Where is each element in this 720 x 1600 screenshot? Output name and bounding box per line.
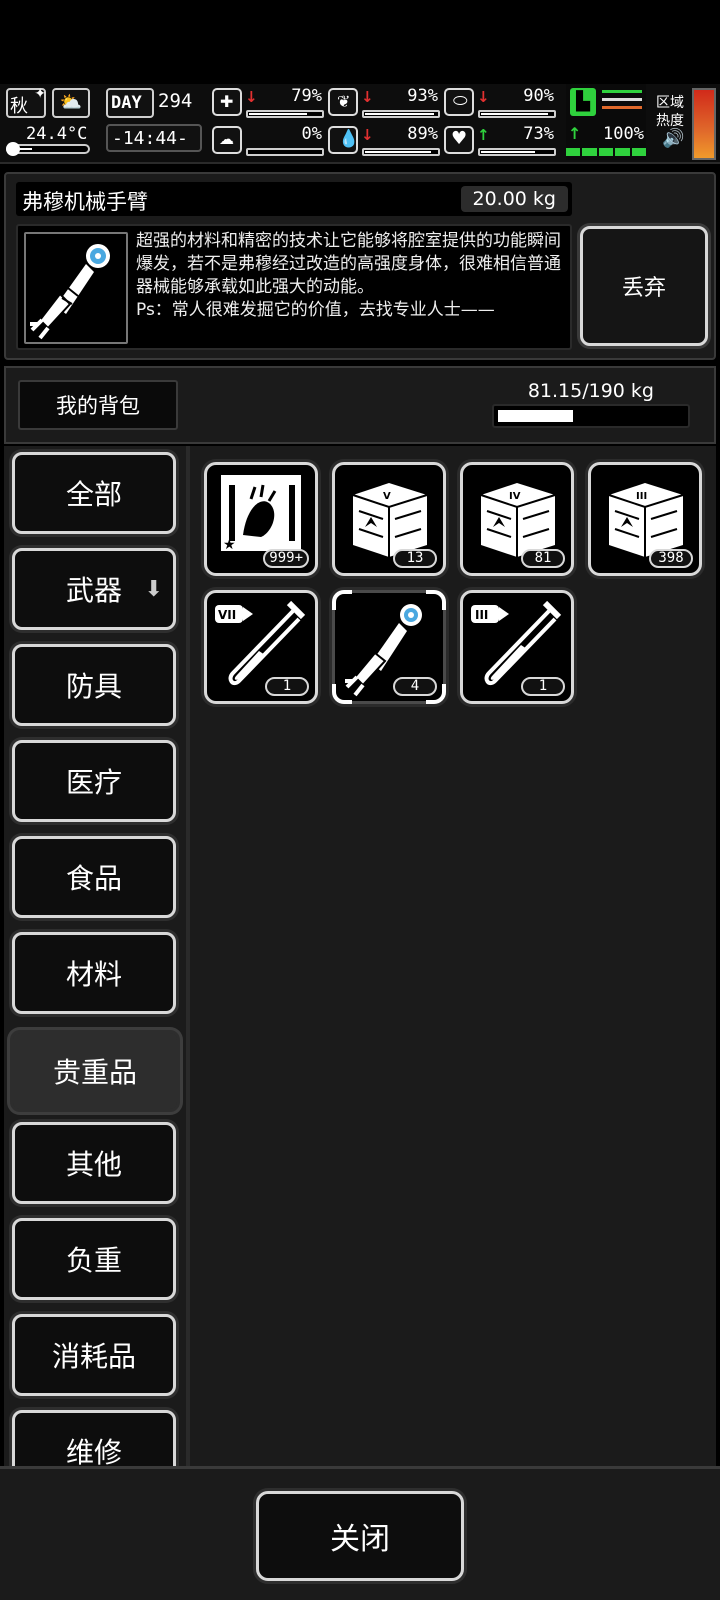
leaf-icon: ✦ [34,86,46,102]
item-weight: 20.00 kg [460,186,568,212]
svg-text:★: ★ [223,537,236,553]
discard-button[interactable]: 丢弃 [580,226,708,346]
category-repair[interactable]: 维修 [12,1410,176,1466]
category-sidebar[interactable]: 全部 武器 ⬇ 防具 医疗 食品 材料 贵重品 其他 负重 消耗品 维修 [4,446,186,1466]
clock-text: -14:44- [112,128,188,149]
thirst-fill [365,151,431,153]
day-badge: DAY [106,88,154,118]
thirst-stat: 💧 ↓ 89% [328,124,440,158]
item-count: 13 [393,549,437,568]
pill-fill [481,113,548,115]
day-counter: 294 [158,90,193,112]
region-heat-label-2: 热度 [656,113,684,129]
weather-icon: ⛅ [52,88,90,118]
stamina-value: 100% [603,124,644,144]
item-count: 1 [521,677,565,696]
region-heat-label: 区域 [656,95,684,111]
season-badge: 秋 ✦ [6,86,46,118]
category-valuables[interactable]: 贵重品 [10,1030,180,1112]
item-description-ps: Ps：常人很难发掘它的价值，去找专业人士—— [136,300,495,320]
category-all[interactable]: 全部 [12,452,176,534]
status-hud: 秋 ✦ ⛅ 24.4°C DAY 294 -14:44- ✚ ↓ 79% ❦ ↓… [0,84,720,164]
mental-value: 0% [301,124,322,144]
item-name: 弗穆机械手臂 [22,190,148,214]
item-count: 1 [265,677,309,696]
inventory-slot[interactable]: ★ 999+ [204,462,318,576]
thermometer-bar [6,142,90,156]
mechanical-arm-icon [24,232,128,344]
temperature-text: 24.4°C [26,124,88,144]
inventory-slot[interactable]: VII 1 [204,590,318,704]
heat-meter [692,88,716,160]
inventory-slot[interactable]: V 13 [332,462,446,576]
category-materials[interactable]: 材料 [12,932,176,1014]
item-count: 999+ [263,549,309,568]
pill-value: 90% [523,86,554,106]
water-drop-icon: 💧 [328,126,359,154]
item-description: 超强的材料和精密的技术让它能够将腔室提供的功能瞬间爆发，若不是弗穆经过改造的高强… [136,231,561,320]
download-arrow-icon: ⬇ [144,577,163,602]
inventory-grid: ★ 999+ V 13 IV 81 III 398 VII 1 4 III 1 [190,446,716,1466]
category-food[interactable]: 食品 [12,836,176,918]
health-stat: ✚ ↓ 79% [212,86,324,120]
item-count: 398 [649,549,693,568]
category-medical[interactable]: 医疗 [12,740,176,822]
svg-text:VII: VII [218,608,236,622]
hunger-value: 93% [407,86,438,106]
mood-stat: ♥ ↑ 73% [444,124,556,158]
item-name-bar: 弗穆机械手臂 20.00 kg [16,182,572,216]
pill-stat: ⬭ ↓ 90% [444,86,556,120]
day-label: DAY [111,93,142,113]
bag-header: 我的背包 81.15/190 kg [4,366,716,444]
item-count: 4 [393,677,437,696]
category-armor[interactable]: 防具 [12,644,176,726]
thirst-value: 89% [407,124,438,144]
bag-weight-text: 81.15/190 kg [527,380,654,402]
mood-value: 73% [523,124,554,144]
svg-text:V: V [383,491,391,502]
brain-icon: ☁ [212,126,242,154]
heart-icon: ♥ [444,126,474,154]
svg-text:III: III [475,608,488,622]
medkit-icon: ✚ [212,88,242,116]
item-count: 81 [521,549,565,568]
item-description-box: 超强的材料和精密的技术让它能够将腔室提供的功能瞬间爆发，若不是弗穆经过改造的高强… [16,224,572,350]
category-other[interactable]: 其他 [12,1122,176,1204]
category-load[interactable]: 负重 [12,1218,176,1300]
inventory-slot[interactable]: III 1 [460,590,574,704]
bag-weight-bar [492,404,690,428]
boot-icon: ▙ [570,88,596,116]
inventory-slot[interactable]: III 398 [588,462,702,576]
stamina-panel: ▙ ↑ 100% [566,84,647,160]
footer-bar: 关闭 [0,1466,720,1600]
hunger-fill [365,113,434,115]
bag-title: 我的背包 [18,380,178,430]
close-button[interactable]: 关闭 [256,1491,464,1581]
mental-stat: ☁ ↓ 0% [212,124,324,158]
inventory-slot[interactable]: IV 81 [460,462,574,576]
stomach-icon: ❦ [328,88,358,116]
inventory-slot-selected[interactable]: 4 [332,590,446,704]
health-value: 79% [291,86,322,106]
item-detail-panel: 弗穆机械手臂 20.00 kg 超强的材料和精密的技术让它能够将腔室提供的功能瞬… [4,172,716,360]
pill-icon: ⬭ [444,88,474,116]
season-text: 秋 [10,96,28,117]
speaker-icon[interactable]: 🔊 [662,128,684,149]
category-consumables[interactable]: 消耗品 [12,1314,176,1396]
clock: -14:44- [106,124,202,152]
hunger-stat: ❦ ↓ 93% [328,86,440,120]
svg-text:III: III [636,491,647,502]
health-fill [249,113,308,115]
category-weapons[interactable]: 武器 ⬇ [12,548,176,630]
svg-text:IV: IV [509,491,521,502]
bag-weight-fill [498,410,573,422]
mood-fill [481,151,536,153]
